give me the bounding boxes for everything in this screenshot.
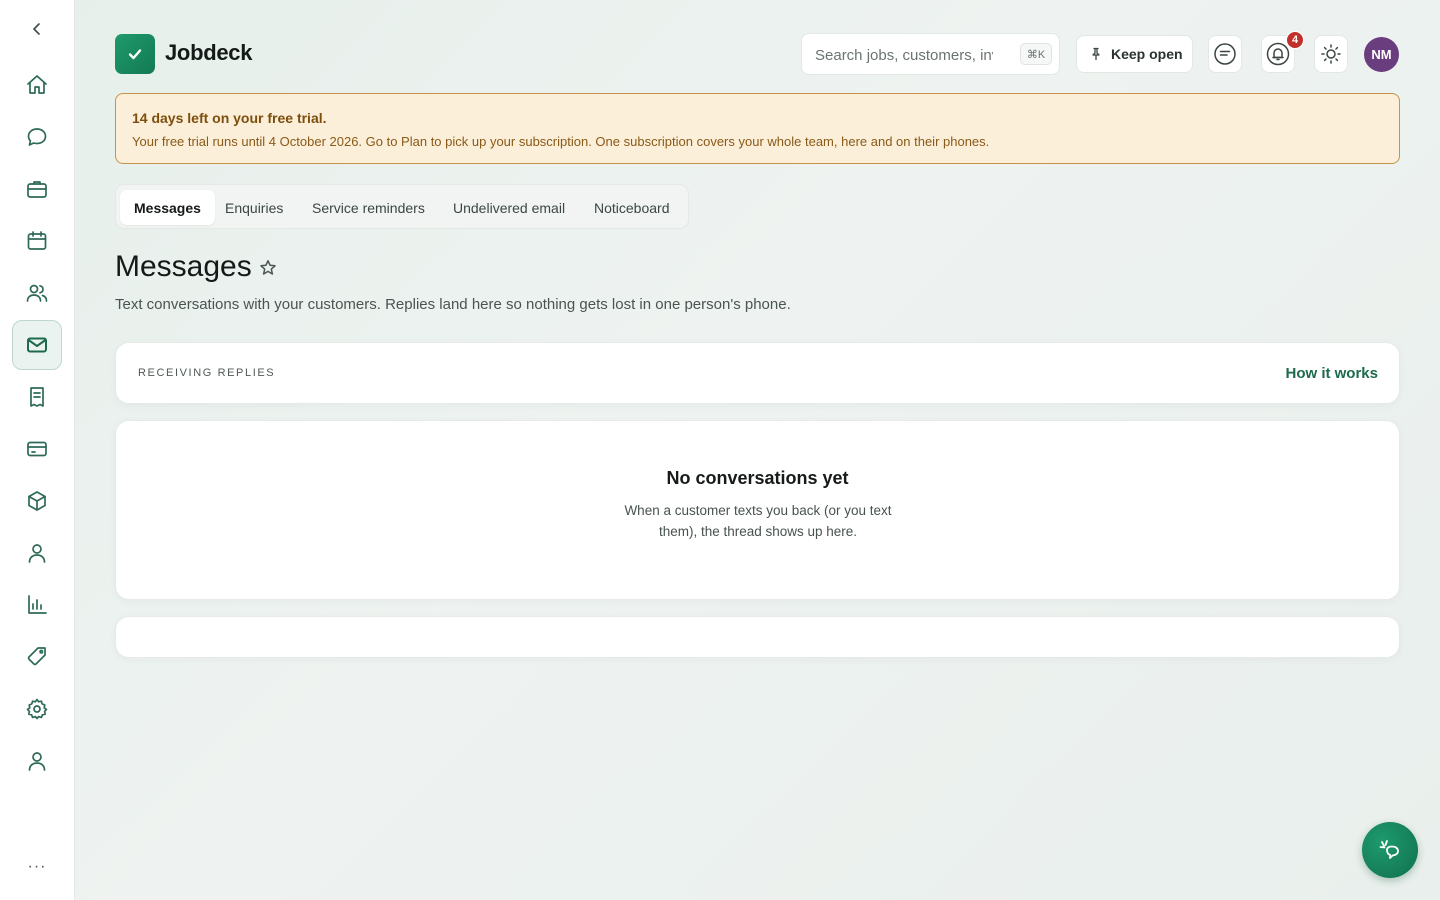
app-name: Jobdeck xyxy=(165,40,253,65)
empty-state-text: When a customer texts you back (or you t… xyxy=(624,503,892,539)
box-icon xyxy=(28,491,46,511)
favorite-star-icon[interactable] xyxy=(258,258,278,278)
tab-enquiries[interactable]: Enquiries xyxy=(211,190,297,225)
sidebar-item-customers[interactable] xyxy=(12,268,62,318)
sidebar-item-payments[interactable] xyxy=(12,424,62,474)
pin-icon xyxy=(1092,47,1100,61)
mail-icon xyxy=(27,337,47,353)
keep-open-label: Keep open xyxy=(1111,46,1183,62)
receiving-replies-card: RECEIVING REPLIES How it works xyxy=(115,342,1400,404)
sidebar-item-home[interactable] xyxy=(12,60,62,110)
tab-messages[interactable]: Messages xyxy=(120,190,215,225)
credit-card-icon xyxy=(27,441,47,457)
search-box[interactable]: ⌘K xyxy=(801,33,1060,75)
chevron-left-icon[interactable] xyxy=(24,16,50,42)
avatar[interactable]: NM xyxy=(1364,37,1399,72)
sidebar-item-team[interactable] xyxy=(12,528,62,578)
bar-chart-icon xyxy=(28,595,47,614)
sidebar-item-settings[interactable] xyxy=(12,684,62,734)
logo-icon[interactable] xyxy=(115,34,155,74)
assistant-fab-button[interactable] xyxy=(1362,822,1418,878)
sidebar-item-chat[interactable] xyxy=(12,112,62,162)
users-icon xyxy=(26,284,48,302)
sidebar-item-receipts[interactable] xyxy=(12,372,62,422)
theme-toggle-button[interactable] xyxy=(1314,35,1348,73)
sparkle-chat-icon xyxy=(1379,840,1399,859)
trial-text: Your free trial runs until 4 October 202… xyxy=(132,134,990,149)
page-description: Text conversations with your customers. … xyxy=(115,296,791,313)
tag-icon xyxy=(27,647,46,666)
how-it-works-link[interactable]: How it works xyxy=(1285,365,1378,382)
keep-open-button[interactable]: Keep open xyxy=(1076,35,1193,73)
search-input[interactable] xyxy=(815,43,993,67)
search-shortcut: ⌘K xyxy=(1020,43,1052,65)
sidebar-item-messages[interactable] xyxy=(12,320,62,370)
trial-title: 14 days left on your free trial. xyxy=(132,110,327,126)
sidebar-item-jobs[interactable] xyxy=(12,164,62,214)
conversations-empty-state: No conversations yet When a customer tex… xyxy=(115,420,1400,600)
sidebar-item-account[interactable] xyxy=(12,736,62,786)
chat-bubble-icon xyxy=(27,128,47,146)
empty-state-title: No conversations yet xyxy=(666,468,849,488)
messages-button[interactable] xyxy=(1208,35,1242,73)
home-icon xyxy=(27,75,47,94)
user-icon xyxy=(28,544,46,563)
receipt-icon xyxy=(30,387,44,407)
tab-noticeboard[interactable]: Noticeboard xyxy=(580,190,684,225)
tab-bar: Messages Enquiries Service reminders Und… xyxy=(115,184,689,229)
calendar-icon xyxy=(27,231,47,250)
conversation-list-footer xyxy=(115,616,1400,658)
tab-service-reminders[interactable]: Service reminders xyxy=(298,190,439,225)
trial-banner: 14 days left on your free trial. Your fr… xyxy=(115,93,1400,164)
user-icon xyxy=(28,752,46,771)
page-title: Messages xyxy=(115,250,252,283)
briefcase-icon xyxy=(27,181,47,198)
tab-undelivered-email[interactable]: Undelivered email xyxy=(439,190,579,225)
notification-count-badge: 4 xyxy=(1286,31,1304,49)
sun-icon xyxy=(1321,44,1341,64)
sidebar-item-calendar[interactable] xyxy=(12,216,62,266)
sidebar-item-reports[interactable] xyxy=(12,580,62,630)
message-circle-icon xyxy=(1214,43,1236,65)
receiving-replies-label: RECEIVING REPLIES xyxy=(138,367,276,379)
more-button[interactable]: ··· xyxy=(22,858,52,882)
gear-icon xyxy=(26,698,48,720)
sidebar: ··· xyxy=(0,0,75,900)
sidebar-item-pricing[interactable] xyxy=(12,632,62,682)
sidebar-item-products[interactable] xyxy=(12,476,62,526)
